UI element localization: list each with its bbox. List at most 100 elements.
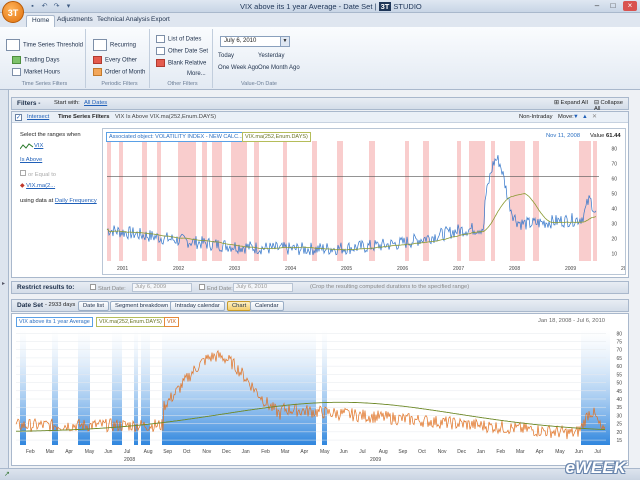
calendar-dropdown-icon[interactable]: ▼ [280, 37, 289, 46]
chart-button[interactable]: Chart [227, 301, 252, 311]
bottom-legend-dateset[interactable]: VIX above its 1 year Average [16, 317, 93, 327]
today-link[interactable]: Today [218, 53, 234, 59]
x-tick-label: Jun [340, 449, 348, 455]
series-a-link[interactable]: VIX [34, 143, 43, 149]
side-collapse-strip[interactable]: ▸ [0, 90, 9, 468]
filters-bar: Filters - Start with: All Dates ⊞ Expand… [11, 97, 629, 112]
end-date-checkbox[interactable]: End Date: [199, 284, 233, 292]
date-list-button[interactable]: Date list [78, 301, 109, 311]
x-tick-label: Jul [124, 449, 130, 455]
x-tick-label: Oct [418, 449, 426, 455]
bottom-chart-svg[interactable]: 80 75 70 65 60 55 50 45 40 35 30 25 20 15 Feb Mar Apr May… [12, 314, 628, 465]
list-of-dates-button[interactable]: List of Dates [156, 35, 201, 43]
other-date-set-button[interactable]: Other Date Set [156, 47, 208, 55]
more-filters-button[interactable]: More... [187, 71, 206, 77]
x-tick-label: Sep [163, 449, 172, 455]
expand-arrow-icon[interactable]: ▸ [2, 280, 5, 287]
ts-filter-title: Time Series Filters [58, 114, 110, 120]
x-tick-label: 2006 [397, 266, 408, 272]
year-label: 2009 [370, 457, 381, 463]
move-down-icon[interactable]: ▼ [573, 114, 579, 120]
group-other-filters: List of Dates Other Date Set Blank Relat… [153, 29, 213, 88]
highlight-band [579, 141, 591, 261]
top-legend-vix[interactable]: Associated object: VOLATILITY INDEX - NE… [106, 132, 246, 142]
undo-icon[interactable]: ↶ [40, 2, 49, 11]
x-tick-label: 2004 [285, 266, 296, 272]
end-date-input[interactable]: July 6, 2010 [233, 283, 293, 292]
highlight-band [119, 141, 123, 261]
calendar-button[interactable]: Calendar [250, 301, 284, 311]
y-tick-label: 40 [616, 397, 622, 403]
delete-filter-icon[interactable]: ✕ [592, 114, 597, 120]
x-tick-label: Dec [457, 449, 466, 455]
redo-icon[interactable]: ↷ [52, 2, 61, 11]
dateset-bar: Date Set - 2933 days Date list Segment b… [11, 299, 629, 312]
time-series-threshold-button[interactable]: Time Series Threshold [6, 39, 83, 51]
trading-days-icon [12, 56, 21, 64]
segment-breakdown-button[interactable]: Segment breakdown [110, 301, 174, 311]
trading-days-button[interactable]: Trading Days [12, 56, 59, 64]
or-equal-checkbox[interactable]: or Equal to [20, 170, 56, 178]
highlight-band [178, 141, 196, 261]
highlight-band [142, 141, 147, 261]
every-other-button[interactable]: Every Other [93, 56, 137, 64]
ribbon-tabs: Home Adjustments Technical Analysis Expo… [0, 13, 640, 27]
y-tick-label: 60 [616, 364, 622, 370]
start-date-input[interactable]: July 6, 2009 [132, 283, 192, 292]
minimize-button[interactable]: – [590, 1, 604, 11]
order-of-month-icon [93, 68, 102, 76]
top-chart[interactable]: 80 70 60 50 40 30 20 10 2001 2002 2003 2004 2005 2006… [102, 128, 626, 275]
highlight-band [369, 141, 375, 261]
recurring-button[interactable]: Recurring [93, 39, 136, 51]
series-b-link[interactable]: VIX.ma(2... [26, 183, 55, 189]
bottom-legend-vix[interactable]: VIX [164, 317, 179, 327]
watermark-logo: eWEEK [565, 458, 626, 477]
y-tick-label: 10 [611, 252, 617, 258]
x-tick-label: Aug [144, 449, 153, 455]
intersect-link[interactable]: Intersect [27, 114, 49, 120]
top-legend-ma[interactable]: VIX.ma(252,Enum.DAYS) [242, 132, 311, 142]
app-logo[interactable]: 3T [2, 1, 24, 23]
tab-adjustments[interactable]: Adjustments [52, 15, 98, 27]
value-on-date-input[interactable]: July 6, 2010 ▼ [220, 36, 290, 47]
time-series-filter-panel: ✓ Intersect Time Series Filters VIX Is A… [11, 111, 629, 278]
sparkline-icon [19, 143, 34, 150]
restrict-title: Restrict results to: [17, 284, 75, 291]
quick-access-dropdown-icon[interactable]: ▾ [64, 2, 73, 11]
using-data-row: using data at Daily Frequency [20, 198, 97, 204]
one-month-ago-link[interactable]: One Month Ago [258, 65, 300, 71]
one-week-ago-link[interactable]: One Week Ago [218, 65, 258, 71]
yesterday-link[interactable]: Yesterday [258, 53, 284, 59]
y-tick-label: 80 [616, 331, 622, 337]
tab-home[interactable]: Home [26, 15, 56, 27]
blank-relative-button[interactable]: Blank Relative [156, 59, 206, 67]
dateset-count: - 2933 days [45, 302, 76, 308]
year-label: 2008 [124, 457, 135, 463]
frequency-link[interactable]: Daily Frequency [55, 198, 97, 204]
condition-link[interactable]: Is Above [20, 157, 42, 163]
x-tick-label: Jul [359, 449, 365, 455]
maximize-button[interactable]: □ [606, 1, 620, 11]
highlight-band [254, 141, 259, 261]
top-chart-svg[interactable]: 80 70 60 50 40 30 20 10 2001 2002 2003 2004 2005 2006… [103, 129, 625, 274]
x-tick-label: 2008 [509, 266, 520, 272]
move-up-icon[interactable]: ▲ [582, 114, 588, 120]
intersect-checkbox[interactable]: ✓ [15, 114, 22, 121]
intraday-calendar-button[interactable]: Intraday calendar [170, 301, 225, 311]
save-icon[interactable]: ▪ [28, 2, 37, 11]
start-date-checkbox[interactable]: Start Date: [90, 284, 126, 292]
restrict-bar: Restrict results to: Start Date: July 6,… [11, 281, 629, 294]
ribbon: Time Series Threshold Trading Days Marke… [0, 27, 640, 90]
bottom-legend-ma[interactable]: VIX.ma(252,Enum.DAYS) [96, 317, 165, 327]
tab-export[interactable]: Export [146, 15, 175, 27]
x-tick-label: Feb [26, 449, 35, 455]
group-label: Time Series Filters [21, 81, 68, 87]
start-with-link[interactable]: All Dates [84, 100, 107, 106]
close-button[interactable]: × [623, 1, 637, 11]
order-of-month-button[interactable]: Order of Month [93, 68, 145, 76]
x-tick-label: Jan [242, 449, 250, 455]
group-label: Value-On Date [241, 81, 277, 87]
expand-all-button[interactable]: ⊞ Expand All [554, 100, 588, 106]
market-hours-button[interactable]: Market Hours [12, 68, 60, 76]
x-tick-label: Sep [398, 449, 407, 455]
